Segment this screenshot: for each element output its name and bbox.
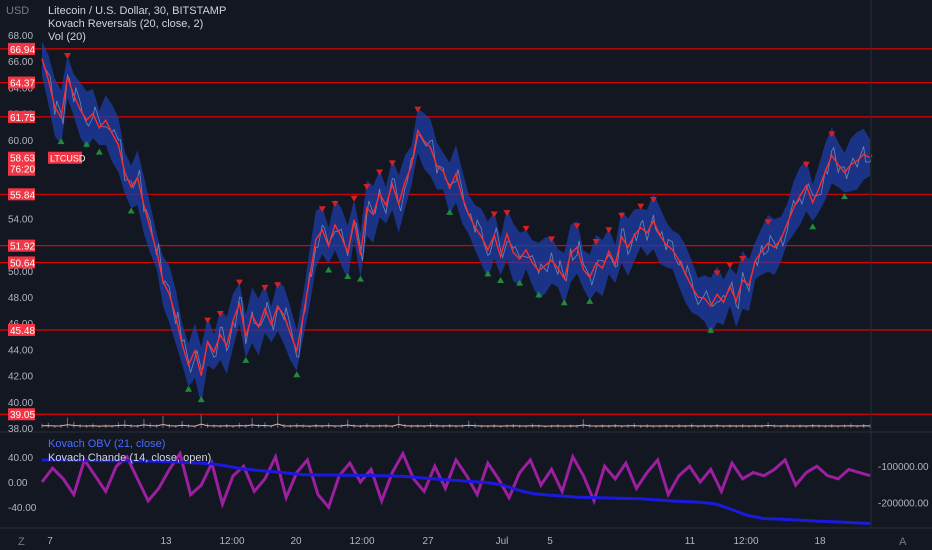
time-tick-label: 11 — [685, 536, 696, 547]
level-tag-label: 39.05 — [10, 410, 35, 421]
axes: 40.0042.0044.0046.0048.0050.0052.0054.00… — [8, 31, 929, 547]
volume-bar — [66, 417, 69, 428]
volume-bar — [143, 418, 145, 428]
sell-marker — [350, 195, 358, 202]
buy-marker — [127, 207, 135, 214]
volume-bar — [124, 420, 126, 428]
obv-tick-label: -100000.00 — [878, 462, 929, 473]
price-tick-label: 68.00 — [8, 31, 33, 42]
buy-marker — [325, 266, 333, 273]
sell-marker — [605, 227, 613, 234]
volume-bar — [398, 415, 400, 428]
time-tick-label: 7 — [47, 536, 53, 547]
volume-bar — [347, 419, 349, 428]
level-tag-label: 50.64 — [10, 258, 35, 269]
symbol-tag-label: LTCUSD — [50, 154, 86, 164]
buy-marker — [446, 208, 454, 215]
currency-label: USD — [6, 5, 30, 17]
time-tick-label: 5 — [547, 536, 553, 547]
volume-bar — [162, 416, 164, 428]
obv-line — [42, 458, 871, 526]
level-tag-label: 55.84 — [10, 190, 35, 201]
time-tick-label: 12:00 — [219, 536, 244, 547]
time-tick-label: 20 — [290, 536, 302, 547]
buy-marker — [242, 356, 250, 363]
level-tag-label: 64.37 — [10, 79, 35, 90]
price-tick-label: 42.00 — [8, 372, 33, 383]
time-tick-label: 12:00 — [349, 536, 374, 547]
buy-marker — [184, 385, 192, 392]
time-tick-label: 13 — [160, 536, 172, 547]
buy-marker — [197, 396, 205, 403]
sell-marker — [726, 262, 734, 269]
sell-marker — [376, 169, 384, 176]
time-tick-label: 27 — [422, 536, 434, 547]
chande-tick-label: 40.00 — [8, 453, 33, 464]
buy-marker — [560, 299, 568, 306]
chande-tick-label: 0.00 — [8, 478, 28, 489]
indicator-volume-label[interactable]: Vol (20) — [48, 31, 86, 43]
buy-marker — [809, 223, 817, 230]
volume-bar — [181, 421, 183, 428]
level-tag-label: 61.75 — [10, 113, 35, 124]
sell-marker — [204, 317, 212, 324]
volume-bar — [582, 419, 584, 428]
chart-canvas[interactable]: 40.0042.0044.0046.0048.0050.0052.0054.00… — [0, 0, 932, 550]
time-tick-label: 12:00 — [733, 536, 758, 547]
chart-title: Litecoin / U.S. Dollar, 30, BITSTAMP — [48, 5, 227, 17]
price-tick-label: 44.00 — [8, 345, 33, 356]
time-tick-label: 18 — [814, 536, 826, 547]
chande-legend[interactable]: Kovach Chande (14, close, open) — [48, 452, 211, 464]
price-line — [41, 58, 871, 376]
price-tick-label: 48.00 — [8, 293, 33, 304]
buy-marker — [344, 273, 352, 280]
volume-bar — [468, 420, 470, 428]
volume-bar — [251, 418, 253, 428]
price-tick-label: 54.00 — [8, 214, 33, 225]
sell-marker — [63, 52, 71, 59]
zoom-button[interactable]: Z — [18, 536, 25, 548]
level-tag-label: 51.92 — [10, 242, 35, 253]
buy-marker — [95, 148, 103, 155]
price-tick-label: 38.00 — [8, 424, 33, 435]
indicator-reversals-label[interactable]: Kovach Reversals (20, close, 2) — [48, 18, 203, 30]
reversal-markers — [57, 52, 849, 403]
level-tag-label: 45.48 — [10, 326, 35, 337]
price-wicks — [41, 58, 873, 373]
buy-marker — [293, 371, 301, 378]
price-tick-label: 40.00 — [8, 398, 33, 409]
volume-bars — [41, 413, 871, 428]
volume-bar — [200, 414, 202, 428]
sell-marker — [637, 203, 645, 210]
sell-marker — [522, 225, 530, 232]
obv-tick-label: -200000.00 — [878, 498, 929, 509]
sell-marker — [235, 279, 243, 286]
price-tick-label: 66.00 — [8, 57, 33, 68]
auto-scale-button[interactable]: A — [899, 536, 906, 548]
sell-marker — [261, 284, 269, 291]
price-series — [41, 58, 873, 376]
time-tick-label: Jul — [496, 536, 509, 547]
band-area — [42, 41, 870, 405]
buy-marker — [497, 276, 505, 283]
volume-bar — [73, 421, 75, 428]
last-price-value: 58.63 — [10, 154, 35, 165]
buy-marker — [356, 275, 364, 282]
price-tick-label: 60.00 — [8, 136, 33, 147]
volume-ma-line — [41, 423, 871, 427]
level-tag-label: 66.94 — [10, 45, 35, 56]
buy-marker — [586, 297, 594, 304]
volume-bar — [277, 413, 279, 428]
kovach-band — [42, 41, 870, 405]
chande-tick-label: -40.00 — [8, 503, 37, 514]
bar-countdown: 76:20 — [10, 165, 35, 176]
obv-legend[interactable]: Kovach OBV (21, close) — [48, 438, 165, 450]
